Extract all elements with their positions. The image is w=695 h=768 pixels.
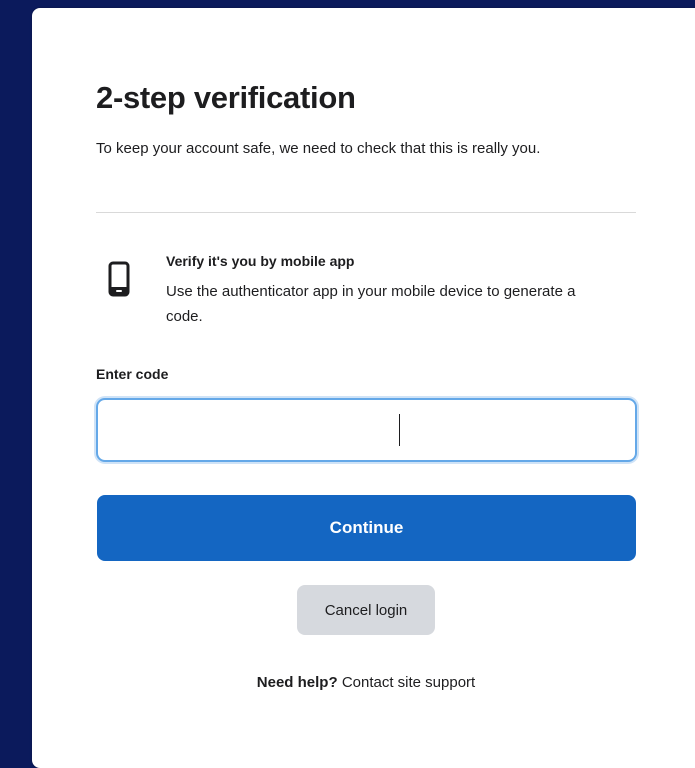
- code-input[interactable]: [96, 398, 637, 462]
- contact-support-link[interactable]: Contact site support: [342, 674, 475, 691]
- text-caret: [399, 414, 400, 446]
- mobile-phone-icon: [108, 261, 130, 297]
- method-description: Use the authenticator app in your mobile…: [166, 283, 576, 325]
- page-title: 2-step verification: [96, 80, 356, 115]
- method-title: Verify it's you by mobile app: [166, 253, 355, 269]
- help-text: Need help? Contact site support: [96, 674, 636, 691]
- code-label: Enter code: [96, 366, 169, 382]
- page-subtitle: To keep your account safe, we need to ch…: [96, 140, 541, 157]
- continue-button[interactable]: Continue: [97, 495, 636, 561]
- cancel-login-button[interactable]: Cancel login: [297, 585, 435, 635]
- help-prefix: Need help?: [256, 674, 338, 691]
- login-card: 2-step verification To keep your account…: [32, 8, 695, 768]
- divider: [96, 212, 636, 213]
